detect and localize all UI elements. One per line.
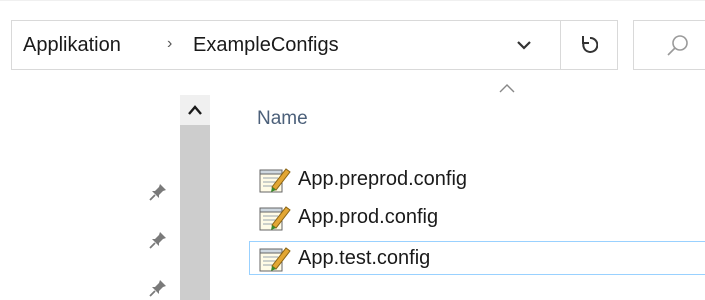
- file-name: App.preprod.config: [298, 168, 468, 190]
- pin-icon[interactable]: [148, 278, 168, 298]
- file-row-focused[interactable]: App.test.config: [249, 241, 705, 275]
- refresh-button[interactable]: [561, 21, 617, 69]
- file-name: App.prod.config: [298, 206, 439, 228]
- config-file-icon: [259, 247, 291, 272]
- chevron-down-icon: [517, 41, 531, 50]
- nav-pane-scrollbar[interactable]: [180, 95, 210, 300]
- search-box[interactable]: [633, 20, 705, 70]
- scroll-thumb[interactable]: [180, 125, 210, 300]
- search-icon: [666, 33, 690, 62]
- column-header-name[interactable]: Name: [257, 108, 308, 130]
- sort-ascending-icon: [499, 84, 515, 93]
- pin-icon[interactable]: [148, 230, 168, 250]
- refresh-icon: [582, 36, 598, 53]
- chevron-up-icon: [188, 105, 202, 115]
- scroll-up-button[interactable]: [180, 95, 210, 125]
- config-file-icon: [259, 168, 291, 193]
- config-file-icon: [259, 206, 291, 231]
- breadcrumb-separator-icon[interactable]: ›: [167, 35, 172, 53]
- breadcrumb-current[interactable]: ExampleConfigs: [193, 34, 339, 57]
- address-history-dropdown-button[interactable]: [499, 21, 549, 69]
- pin-icon[interactable]: [148, 182, 168, 202]
- top-divider: [0, 0, 705, 1]
- breadcrumb-root[interactable]: Applikation: [23, 34, 121, 57]
- file-name: App.test.config: [298, 247, 431, 269]
- file-row[interactable]: App.prod.config: [249, 200, 705, 234]
- address-bar[interactable]: Applikation › ExampleConfigs: [11, 20, 618, 70]
- file-row[interactable]: App.preprod.config: [249, 162, 705, 196]
